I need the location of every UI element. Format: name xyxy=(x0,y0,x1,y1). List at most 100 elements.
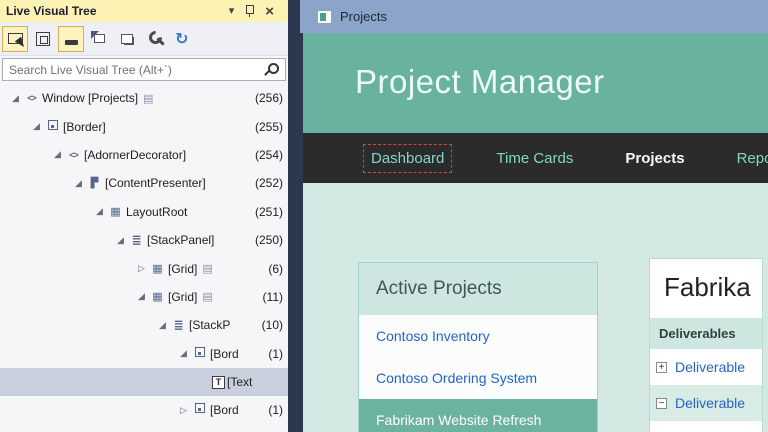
project-link[interactable]: Fabrikam Website Refresh xyxy=(376,412,541,428)
border-element-icon xyxy=(191,347,208,361)
app-titlebar[interactable]: Projects xyxy=(300,0,768,33)
deliverable-link[interactable]: Deliverable xyxy=(675,359,745,375)
source-document-icon[interactable]: ▤ xyxy=(202,262,212,275)
plus-expander-icon[interactable] xyxy=(656,362,667,373)
refresh-button[interactable] xyxy=(170,26,196,52)
app-title: Projects xyxy=(340,9,387,24)
descendant-count: (6) xyxy=(268,262,283,276)
tree-item-label: [StackPanel] xyxy=(147,233,214,247)
live-visual-tree-panel: Live Visual Tree ▾ × ◢ Window [Projects] ▤… xyxy=(0,0,288,432)
stackpanel-element-icon xyxy=(170,318,187,333)
close-icon[interactable]: × xyxy=(265,5,274,18)
descendant-count: (10) xyxy=(262,318,283,332)
options-wrench-button[interactable] xyxy=(142,26,168,52)
textblock-element-icon xyxy=(212,375,225,389)
grid-element-icon xyxy=(107,205,124,219)
expanded-expander-icon[interactable]: ◢ xyxy=(8,93,23,104)
nav-item-time-cards[interactable]: Time Cards xyxy=(488,144,581,173)
tree-item-label: [Text xyxy=(227,375,252,389)
contentpresenter-element-icon xyxy=(86,176,103,191)
tree-row[interactable]: ◢ Window [Projects] ▤ (256) xyxy=(0,84,288,112)
preview-selection-button[interactable] xyxy=(58,26,84,52)
visual-tree: ◢Window [Projects]▤(256)◢[Border](255)◢[… xyxy=(0,84,288,432)
tree-row[interactable]: [Text xyxy=(0,368,288,396)
deliverables-list: Deliverable Deliverable xyxy=(650,349,762,432)
tree-row[interactable]: ▷[Bord(1) xyxy=(0,425,288,432)
descendant-count: (252) xyxy=(255,176,283,190)
descendant-count: (255) xyxy=(255,120,283,134)
deliverable-row[interactable]: Deliverable xyxy=(650,385,762,421)
collapsed-expander-icon[interactable]: ▷ xyxy=(176,405,191,416)
panel-toolbar xyxy=(0,22,288,56)
nav-item-projects[interactable]: Projects xyxy=(617,144,692,173)
expanded-expander-icon[interactable]: ◢ xyxy=(29,121,44,132)
panel-titlebar[interactable]: Live Visual Tree ▾ × xyxy=(0,0,288,22)
nav-item-reports[interactable]: Reports xyxy=(729,144,768,173)
expanded-expander-icon[interactable]: ◢ xyxy=(113,235,128,246)
project-link[interactable]: Contoso Inventory xyxy=(376,328,490,344)
tree-row[interactable]: ◢ [ContentPresenter] (252) xyxy=(0,169,288,197)
tree-row[interactable]: ◢[Bord(1) xyxy=(0,340,288,368)
stackpanel-element-icon xyxy=(128,233,145,248)
app-nav: Dashboard Time Cards Projects Reports xyxy=(303,133,768,183)
display-adorners-icon xyxy=(36,32,50,46)
active-projects-list: Contoso Inventory Contoso Ordering System… xyxy=(359,315,597,432)
project-detail-card: Fabrika Deliverables DeliverableDelivera… xyxy=(649,258,763,432)
show-layers-icon xyxy=(124,37,134,45)
project-list-item[interactable]: Contoso Ordering System xyxy=(359,357,597,399)
xaml-element-icon xyxy=(23,91,40,105)
project-link[interactable]: Contoso Ordering System xyxy=(376,370,537,386)
deliverable-row[interactable] xyxy=(650,421,762,432)
window-position-icon[interactable]: ▾ xyxy=(229,6,235,17)
tree-row[interactable]: ◢ [StackPanel] (250) xyxy=(0,226,288,254)
project-list-item[interactable]: Contoso Inventory xyxy=(359,315,597,357)
options-wrench-icon xyxy=(148,31,163,46)
tree-row[interactable]: ◢[StackP(10) xyxy=(0,311,288,339)
tree-row[interactable]: ◢LayoutRoot(251) xyxy=(0,198,288,226)
expanded-expander-icon[interactable]: ◢ xyxy=(155,320,170,331)
panel-titlebar-icons: ▾ × xyxy=(229,5,274,18)
display-adorners-button[interactable] xyxy=(30,26,56,52)
tree-item-label: Window [Projects] xyxy=(42,91,138,105)
tree-item-label: [ContentPresenter] xyxy=(105,176,206,190)
deliverable-row[interactable]: Deliverable xyxy=(650,349,762,385)
tree-item-label: LayoutRoot xyxy=(126,205,187,219)
collapsed-expander-icon[interactable]: ▷ xyxy=(134,263,149,274)
tree-item-label: [Grid] xyxy=(168,290,197,304)
minus-expander-icon[interactable] xyxy=(656,398,667,409)
expanded-expander-icon[interactable]: ◢ xyxy=(92,206,107,217)
grid-element-icon xyxy=(149,290,166,304)
active-projects-header: Active Projects xyxy=(359,263,597,315)
app-header: Project Manager xyxy=(303,33,768,133)
deliverables-header-label: Deliverables xyxy=(659,326,736,341)
pin-icon[interactable] xyxy=(245,5,254,18)
border-element-icon xyxy=(44,120,61,134)
search-icon[interactable] xyxy=(265,63,279,77)
tree-row[interactable]: ◢[AdornerDecorator](254) xyxy=(0,141,288,169)
grid-element-icon xyxy=(149,262,166,276)
tree-row[interactable]: ▷ [Grid] ▤ (6) xyxy=(0,254,288,282)
source-document-icon[interactable]: ▤ xyxy=(143,92,153,105)
goto-live-element-button[interactable] xyxy=(86,26,112,52)
select-element-button[interactable] xyxy=(2,26,28,52)
search-input[interactable] xyxy=(2,58,286,81)
preview-selection-icon xyxy=(65,40,78,45)
show-layers-button[interactable] xyxy=(114,26,140,52)
expanded-expander-icon[interactable]: ◢ xyxy=(71,178,86,189)
expanded-expander-icon[interactable]: ◢ xyxy=(134,291,149,302)
source-document-icon[interactable]: ▤ xyxy=(202,290,212,303)
tree-row[interactable]: ◢ [Grid] ▤ (11) xyxy=(0,283,288,311)
descendant-count: (256) xyxy=(255,91,283,105)
descendant-count: (250) xyxy=(255,233,283,247)
project-list-item[interactable]: Fabrikam Website Refresh xyxy=(359,399,597,432)
expanded-expander-icon[interactable]: ◢ xyxy=(50,149,65,160)
descendant-count: (11) xyxy=(263,290,283,304)
tree-row[interactable]: ▷[Bord(1) xyxy=(0,396,288,424)
tree-item-label: [Grid] xyxy=(168,262,197,276)
nav-item-dashboard[interactable]: Dashboard xyxy=(363,144,452,173)
tree-item-label: [Border] xyxy=(63,120,106,134)
deliverable-link[interactable]: Deliverable xyxy=(675,395,745,411)
expanded-expander-icon[interactable]: ◢ xyxy=(176,348,191,359)
active-projects-card: Active Projects Contoso InventoryContoso… xyxy=(358,262,598,432)
tree-row[interactable]: ◢ [Border] (255) xyxy=(0,112,288,140)
